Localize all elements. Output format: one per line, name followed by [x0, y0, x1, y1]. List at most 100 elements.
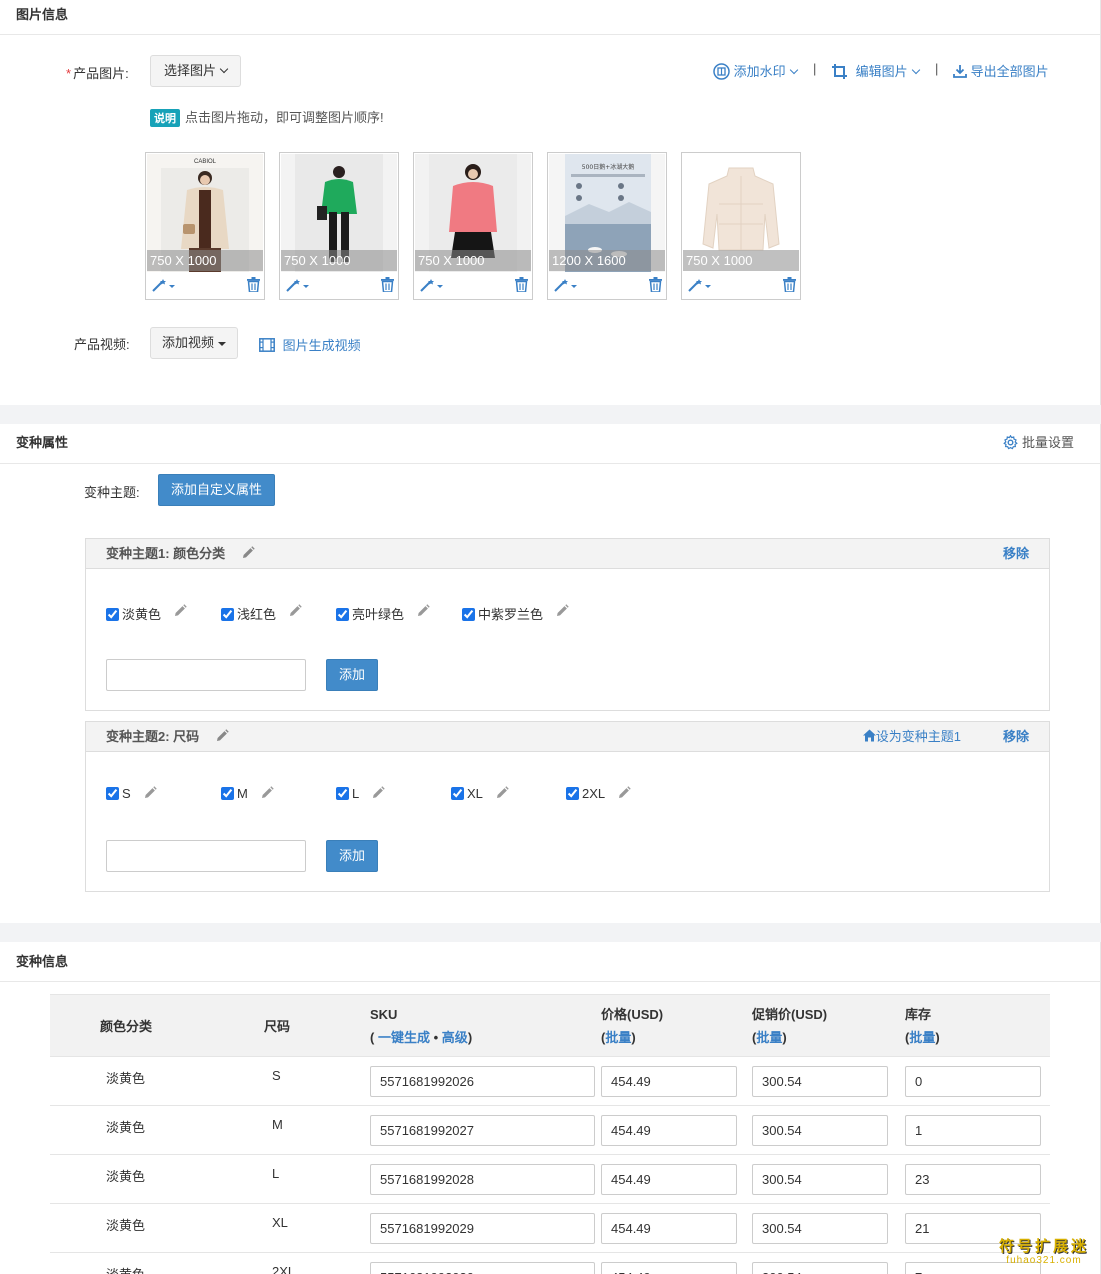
- trash-icon[interactable]: [515, 277, 528, 295]
- promo-price-input[interactable]: [752, 1114, 888, 1146]
- cell-size: XL: [200, 1203, 360, 1253]
- product-image-thumb[interactable]: CABIOL 750 X 1000: [145, 152, 265, 300]
- chevron-down-icon: [911, 65, 920, 75]
- checkbox[interactable]: [106, 787, 119, 800]
- image-size-label: 1200 X 1600: [549, 250, 665, 271]
- pencil-icon[interactable]: [288, 604, 302, 621]
- stock-input[interactable]: [905, 1114, 1041, 1146]
- option-label: 中紫罗兰色: [478, 607, 544, 622]
- pencil-icon[interactable]: [173, 604, 187, 621]
- choose-image-button[interactable]: 选择图片: [150, 55, 241, 87]
- checkbox[interactable]: [336, 787, 349, 800]
- edit-image-button[interactable]: 编辑图片: [831, 61, 920, 80]
- price-input[interactable]: [601, 1163, 737, 1195]
- batch-promo-link[interactable]: 批量: [756, 1030, 782, 1045]
- price-input[interactable]: [601, 1261, 737, 1274]
- pencil-icon[interactable]: [555, 604, 569, 621]
- hint-text: 点击图片拖动，即可调整图片顺序!: [185, 110, 384, 125]
- batch-price-link[interactable]: 批量: [605, 1030, 631, 1045]
- export-all-images-button[interactable]: 导出全部图片: [953, 61, 1049, 80]
- option-checkbox[interactable]: L: [336, 786, 359, 801]
- sku-input[interactable]: [370, 1114, 595, 1146]
- sku-input[interactable]: [370, 1065, 595, 1097]
- add-watermark-button[interactable]: 添加水印: [713, 61, 798, 80]
- generate-video-link[interactable]: 图片生成视频: [259, 335, 361, 354]
- pencil-icon[interactable]: [241, 546, 255, 560]
- add-video-button[interactable]: 添加视频: [150, 327, 238, 359]
- pencil-icon[interactable]: [260, 786, 274, 803]
- price-input[interactable]: [601, 1065, 737, 1097]
- sku-input[interactable]: [370, 1212, 595, 1244]
- add-custom-attribute-button[interactable]: 添加自定义属性: [158, 474, 275, 506]
- auto-generate-sku-link[interactable]: 一键生成: [378, 1030, 430, 1045]
- magic-wand-icon[interactable]: [688, 278, 712, 295]
- batch-settings-button[interactable]: 批量设置: [1003, 424, 1074, 462]
- pencil-icon[interactable]: [495, 786, 509, 803]
- image-size-label: 750 X 1000: [415, 250, 531, 271]
- add-option-button[interactable]: 添加: [326, 840, 378, 872]
- set-as-theme-1-label: 设为变种主题1: [875, 729, 961, 744]
- magic-wand-icon[interactable]: [152, 278, 176, 295]
- promo-price-input[interactable]: [752, 1212, 888, 1244]
- checkbox[interactable]: [221, 608, 234, 621]
- trash-icon[interactable]: [649, 277, 662, 295]
- advanced-sku-link[interactable]: 高级: [442, 1030, 468, 1045]
- option-checkbox[interactable]: M: [221, 786, 248, 801]
- promo-price-input[interactable]: [752, 1065, 888, 1097]
- checkbox[interactable]: [451, 787, 464, 800]
- new-option-input[interactable]: [106, 840, 306, 872]
- product-image-thumb[interactable]: 750 X 1000: [681, 152, 801, 300]
- batch-settings-label: 批量设置: [1021, 435, 1074, 450]
- image-info-title: 图片信息: [0, 0, 1100, 35]
- pencil-icon[interactable]: [143, 786, 157, 803]
- trash-icon[interactable]: [381, 277, 394, 295]
- add-video-label: 添加视频: [161, 335, 214, 350]
- pencil-icon[interactable]: [416, 604, 430, 621]
- pencil-icon[interactable]: [215, 729, 229, 743]
- trash-icon[interactable]: [247, 277, 260, 295]
- column-header-color: 颜色分类: [50, 994, 200, 1057]
- promo-price-input[interactable]: [752, 1261, 888, 1274]
- checkbox[interactable]: [221, 787, 234, 800]
- option-label: 亮叶绿色: [352, 607, 405, 622]
- checkbox[interactable]: [336, 608, 349, 621]
- sku-input[interactable]: [370, 1261, 595, 1274]
- drag-hint: 说明 点击图片拖动，即可调整图片顺序!: [150, 107, 384, 127]
- add-option-button[interactable]: 添加: [326, 659, 378, 691]
- batch-stock-link[interactable]: 批量: [909, 1030, 935, 1045]
- product-video-label: 产品视频:: [74, 337, 130, 352]
- option-checkbox[interactable]: 亮叶绿色: [336, 604, 404, 623]
- column-header-sku-label: SKU: [370, 1006, 398, 1022]
- stock-input[interactable]: [905, 1065, 1041, 1097]
- product-image-thumb[interactable]: 750 X 1000: [413, 152, 533, 300]
- new-option-input[interactable]: [106, 659, 306, 691]
- checkbox[interactable]: [106, 608, 119, 621]
- magic-wand-icon[interactable]: [286, 278, 310, 295]
- variant-theme-2-header: 变种主题2: 尺码 设为变种主题1 移除: [86, 722, 1049, 752]
- trash-icon[interactable]: [783, 277, 796, 295]
- checkbox[interactable]: [566, 787, 579, 800]
- promo-price-input[interactable]: [752, 1163, 888, 1195]
- magic-wand-icon[interactable]: [554, 278, 578, 295]
- product-image-thumb[interactable]: 500日鹅+冰湖大鹅 1200 X 1600: [547, 152, 667, 300]
- checkbox[interactable]: [462, 608, 475, 621]
- toolbar-separator: |: [813, 61, 817, 76]
- pencil-icon[interactable]: [371, 786, 385, 803]
- remove-theme-button[interactable]: 移除: [1003, 722, 1029, 752]
- variant-info-title: 变种信息: [0, 942, 1100, 982]
- magic-wand-icon[interactable]: [420, 278, 444, 295]
- option-checkbox[interactable]: 浅红色: [221, 604, 276, 623]
- sku-input[interactable]: [370, 1163, 595, 1195]
- option-checkbox[interactable]: 中紫罗兰色: [462, 604, 543, 623]
- product-image-thumb[interactable]: 750 X 1000: [279, 152, 399, 300]
- price-input[interactable]: [601, 1114, 737, 1146]
- option-checkbox[interactable]: 淡黄色: [106, 604, 161, 623]
- option-checkbox[interactable]: 2XL: [566, 786, 605, 801]
- stock-input[interactable]: [905, 1163, 1041, 1195]
- remove-theme-button[interactable]: 移除: [1003, 539, 1029, 569]
- pencil-icon[interactable]: [617, 786, 631, 803]
- option-checkbox[interactable]: XL: [451, 786, 483, 801]
- option-checkbox[interactable]: S: [106, 786, 131, 801]
- set-as-theme-1-button[interactable]: 设为变种主题1: [862, 722, 961, 752]
- price-input[interactable]: [601, 1212, 737, 1244]
